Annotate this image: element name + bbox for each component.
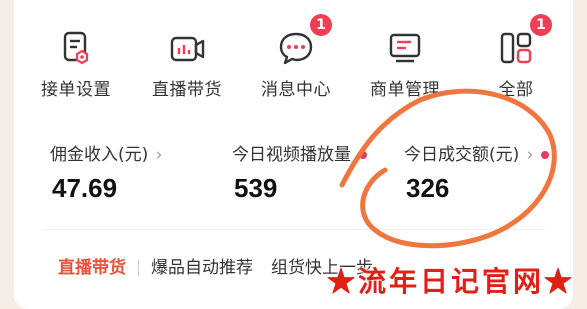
stat-gmv-today[interactable]: 今日成交额(元) › 326 bbox=[404, 140, 550, 203]
shortcut-label: 全部 bbox=[498, 80, 534, 100]
shortcut-order-settings[interactable]: 接单设置 bbox=[26, 22, 126, 102]
chevron-right-icon: › bbox=[150, 145, 163, 165]
section-divider bbox=[42, 229, 545, 230]
shortcut-message-center[interactable]: 1 消息中心 bbox=[246, 14, 346, 102]
tab-hot-products[interactable]: 爆品自动推荐 bbox=[151, 258, 253, 278]
shortcut-business-orders[interactable]: 商单管理 bbox=[355, 22, 455, 102]
stat-label: 佣金收入(元) bbox=[50, 145, 149, 165]
live-video-icon bbox=[170, 36, 205, 62]
notification-badge: 1 bbox=[530, 14, 552, 36]
all-apps-icon bbox=[500, 32, 532, 64]
business-order-icon bbox=[389, 33, 421, 63]
shortcut-all[interactable]: 1 全部 bbox=[466, 14, 566, 102]
message-icon bbox=[279, 32, 313, 65]
order-settings-icon bbox=[63, 31, 89, 65]
red-dot-indicator bbox=[359, 151, 367, 159]
stat-value: 539 bbox=[234, 173, 278, 203]
stat-video-plays[interactable]: 今日视频播放量 539 bbox=[232, 140, 367, 203]
chevron-right-icon: › bbox=[521, 145, 534, 165]
shortcut-live-selling[interactable]: 直播带货 bbox=[137, 22, 237, 102]
stat-commission-income[interactable]: 佣金收入(元) › 47.69 bbox=[50, 140, 163, 203]
stat-label: 今日成交额(元) bbox=[404, 145, 520, 165]
notification-badge: 1 bbox=[310, 14, 332, 36]
shortcut-label: 直播带货 bbox=[152, 80, 222, 100]
shortcut-label: 接单设置 bbox=[41, 80, 111, 100]
tab-separator bbox=[138, 260, 139, 276]
stat-label: 今日视频播放量 bbox=[232, 145, 351, 165]
red-dot-indicator bbox=[541, 151, 550, 159]
shortcut-label: 商单管理 bbox=[370, 80, 440, 100]
shortcut-label: 消息中心 bbox=[261, 80, 331, 100]
stat-value: 47.69 bbox=[52, 173, 118, 203]
watermark-text: ★流年日记官网★ bbox=[326, 265, 575, 298]
tab-live-selling[interactable]: 直播带货 bbox=[58, 258, 126, 278]
stat-value: 326 bbox=[406, 173, 450, 203]
